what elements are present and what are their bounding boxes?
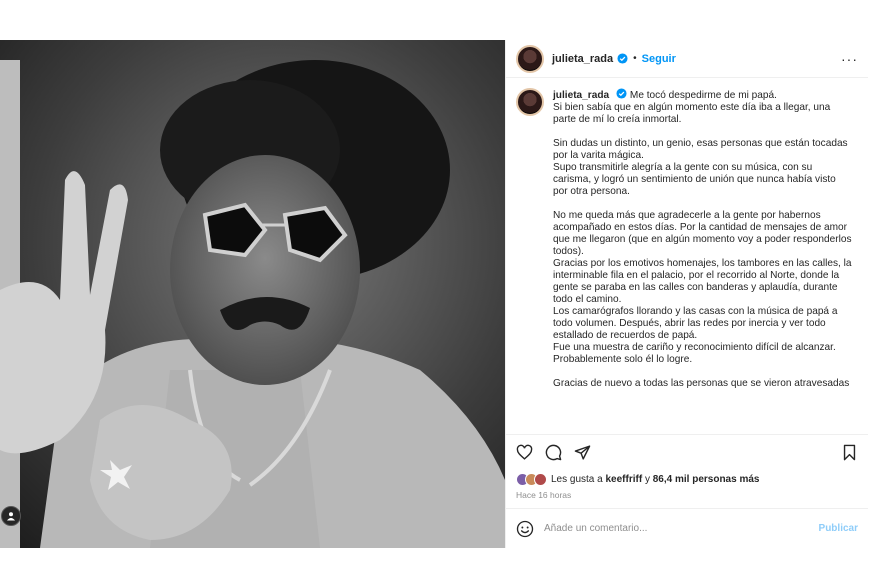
- likes-count-link[interactable]: 86,4 mil personas más: [653, 474, 760, 485]
- liker-avatars[interactable]: [516, 472, 547, 486]
- comment-icon[interactable]: [545, 444, 562, 461]
- caption-paragraph: Gracias de nuevo a todas las personas qu…: [553, 378, 850, 389]
- comment-input[interactable]: [544, 523, 819, 534]
- tagged-user-icon[interactable]: [1, 506, 21, 526]
- avatar[interactable]: [516, 44, 544, 73]
- bookmark-icon[interactable]: [841, 444, 858, 461]
- caption-avatar[interactable]: [516, 88, 544, 116]
- heart-icon[interactable]: [516, 444, 533, 461]
- likes-summary: Les gusta a keeffriff y 86,4 mil persona…: [506, 470, 868, 488]
- likes-user-link[interactable]: keeffriff: [606, 474, 643, 485]
- separator-dot: •: [633, 53, 637, 64]
- follow-button[interactable]: Seguir: [642, 53, 676, 65]
- post-header: julieta_rada • Seguir ···: [506, 40, 868, 78]
- likes-prefix: Les gusta a: [551, 473, 603, 485]
- publish-button[interactable]: Publicar: [819, 523, 858, 534]
- post-side-panel: julieta_rada • Seguir ··· julieta_rada M…: [505, 40, 868, 548]
- avatar: [534, 472, 547, 486]
- post-photo[interactable]: [0, 40, 505, 548]
- more-options-icon[interactable]: ···: [841, 51, 858, 67]
- likes-middle: y: [644, 473, 650, 485]
- emoji-icon[interactable]: [516, 520, 534, 538]
- caption-text: julieta_rada Me tocó despedirme de mi pa…: [553, 88, 853, 434]
- timestamp[interactable]: Hace 16 horas: [506, 488, 868, 502]
- portrait-image: [0, 40, 505, 548]
- instagram-post: julieta_rada • Seguir ··· julieta_rada M…: [0, 40, 868, 548]
- caption-username[interactable]: julieta_rada: [553, 90, 609, 101]
- caption-paragraph: Sin dudas un distinto, un genio, esas pe…: [553, 138, 848, 197]
- caption-area: julieta_rada Me tocó despedirme de mi pa…: [506, 78, 868, 434]
- share-icon[interactable]: [574, 444, 591, 461]
- verified-badge-icon: [616, 88, 627, 99]
- comment-composer: Publicar: [506, 508, 868, 548]
- verified-badge-icon: [617, 53, 628, 64]
- likes-text: Les gusta a keeffriff y 86,4 mil persona…: [551, 474, 759, 485]
- caption-paragraph: No me queda más que agradecerle a la gen…: [553, 210, 852, 365]
- header-username[interactable]: julieta_rada: [552, 53, 613, 65]
- action-bar: [506, 434, 868, 470]
